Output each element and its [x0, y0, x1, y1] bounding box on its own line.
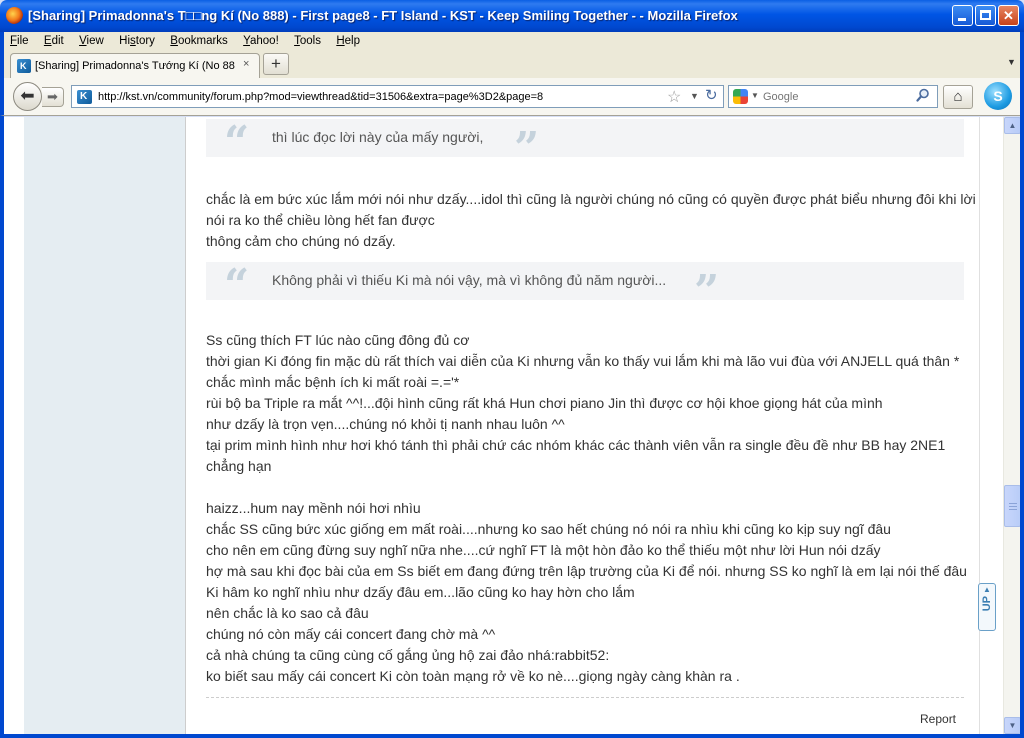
navigation-bar: ⬅ ➡ K ☆ ▼ ↻ ▼ ⌂ S — [0, 78, 1024, 116]
search-icon[interactable] — [916, 88, 930, 102]
text-line: thời gian Ki đóng fin mặc dù rất thích v… — [206, 353, 960, 369]
menu-help[interactable]: Help — [330, 32, 366, 50]
text-line: chúng nó còn mấy cái concert đang chờ mà… — [206, 626, 496, 642]
text-line: Ki hâm ko nghĩ nhìu như dzấy đâu em...lã… — [206, 584, 635, 600]
bookmark-star-icon[interactable]: ☆ — [667, 87, 681, 107]
home-icon: ⌂ — [953, 88, 963, 105]
text-line: Ss cũng thích FT lúc nào cũng đông đủ cơ — [206, 332, 470, 348]
home-button[interactable]: ⌂ — [943, 85, 973, 109]
minimize-button[interactable] — [952, 5, 973, 26]
vertical-scrollbar[interactable]: ▲ ▼ — [1003, 117, 1021, 734]
back-button[interactable]: ⬅ — [13, 82, 42, 111]
minimize-icon — [958, 18, 966, 21]
skype-icon: S — [993, 88, 1003, 104]
url-history-dropdown-icon[interactable]: ▼ — [690, 91, 699, 101]
menu-bookmarks[interactable]: Bookmarks — [164, 32, 234, 50]
text-line: chắc mình mắc bệnh ích ki mất roài =.='* — [206, 374, 460, 390]
kst-favicon-icon: K — [17, 59, 31, 73]
page-margin — [4, 117, 24, 734]
post-content: “ thì lúc đọc lời này của mấy người, ” c… — [186, 117, 984, 734]
text-line: cho nên em cũng đừng suy nghĩ nữa nhe...… — [206, 542, 881, 558]
report-link[interactable]: Report — [920, 712, 956, 726]
open-quote-icon: “ — [224, 260, 250, 311]
text-line: rùi bộ ba Triple ra mắt ^^!...đội hình c… — [206, 395, 883, 411]
menu-edit[interactable]: Edit — [38, 32, 70, 50]
quote-text: Không phải vì thiếu Ki mà nói vậy, mà vì… — [272, 272, 667, 288]
reload-icon[interactable]: ↻ — [705, 86, 718, 104]
post-paragraph: Ss cũng thích FT lúc nào cũng đông đủ cơ… — [206, 330, 959, 477]
menu-tools[interactable]: Tools — [288, 32, 327, 50]
maximize-button[interactable] — [975, 5, 996, 26]
site-identity-icon[interactable]: K — [77, 90, 92, 104]
tab-strip: K [Sharing] Primadonna's Tướng Kí (No 88… — [0, 50, 1024, 78]
google-engine-icon[interactable] — [733, 89, 748, 104]
window-frame-right — [1020, 32, 1024, 738]
firefox-icon[interactable] — [6, 7, 23, 24]
window-frame-left — [0, 116, 4, 738]
text-line: chắc SS cũng bức xúc giống em mất roài..… — [206, 521, 891, 537]
close-quote-icon: ” — [514, 123, 540, 174]
search-input[interactable] — [763, 89, 913, 105]
post-author-column — [24, 117, 186, 734]
menu-file[interactable]: File — [4, 32, 35, 50]
tab-kst-forum[interactable]: K [Sharing] Primadonna's Tướng Kí (No 88… — [10, 53, 260, 78]
scroll-to-top-button[interactable]: ▲ UP — [978, 583, 996, 631]
text-line: chẳng hạn — [206, 458, 272, 474]
text-line: nên chắc là ko sao cả đâu — [206, 605, 369, 621]
post-paragraph: haizz...hum nay mềnh nói hơi nhìu chắc S… — [206, 498, 967, 687]
window-frame-bottom — [0, 734, 1024, 738]
search-bar[interactable]: ▼ — [728, 85, 938, 108]
tab-close-icon[interactable]: × — [243, 58, 249, 70]
menu-bar: File Edit View History Bookmarks Yahoo! … — [0, 32, 1024, 50]
url-input[interactable] — [98, 89, 653, 105]
menu-history[interactable]: History — [113, 32, 161, 50]
close-button[interactable]: ✕ — [998, 5, 1019, 26]
search-engine-dropdown-icon[interactable]: ▼ — [751, 91, 759, 100]
text-line: chắc là em bức xúc lắm mới nói như dzấy.… — [206, 191, 976, 207]
scroll-up-button[interactable]: ▲ — [1004, 117, 1021, 134]
post-paragraph: chắc là em bức xúc lắm mới nói như dzấy.… — [206, 189, 976, 252]
text-line: hợ mà sau khi đọc bài của em Ss biết em … — [206, 563, 967, 579]
address-bar[interactable]: K ☆ ▼ ↻ — [71, 85, 724, 108]
quote-block: “ thì lúc đọc lời này của mấy người, ” — [206, 119, 964, 171]
window-title: [Sharing] Primadonna's T□□ng Kí (No 888)… — [28, 8, 738, 23]
post-divider — [206, 697, 964, 698]
forward-arrow-icon: ➡ — [47, 89, 58, 104]
maximize-icon — [980, 10, 991, 20]
text-line: haizz...hum nay mềnh nói hơi nhìu — [206, 500, 421, 516]
close-icon: ✕ — [1003, 8, 1014, 23]
back-arrow-icon: ⬅ — [20, 86, 35, 105]
open-quote-icon: “ — [224, 117, 250, 168]
menu-view[interactable]: View — [73, 32, 110, 50]
skype-button[interactable]: S — [984, 82, 1012, 110]
title-bar: [Sharing] Primadonna's T□□ng Kí (No 888)… — [0, 0, 1024, 32]
content-border — [979, 117, 980, 734]
text-line: cả nhà chúng ta cũng cùng cố gắng ủng hộ… — [206, 647, 610, 663]
scroll-to-top-label: UP — [981, 596, 993, 612]
scroll-down-button[interactable]: ▼ — [1004, 717, 1021, 734]
menu-yahoo[interactable]: Yahoo! — [237, 32, 285, 50]
close-quote-icon: ” — [694, 266, 720, 317]
quote-text: thì lúc đọc lời này của mấy người, — [272, 129, 484, 145]
text-line: tại prim mình hình như hơi khó tánh thì … — [206, 437, 946, 453]
new-tab-button[interactable]: + — [263, 53, 289, 75]
text-line: như dzấy là trọn vẹn....chúng nó khỏi tị… — [206, 416, 565, 432]
text-line: thông cảm cho chúng nó dzấy. — [206, 233, 396, 249]
text-line: nói ra ko thể chiều lòng hết fan được — [206, 212, 435, 228]
tab-label: [Sharing] Primadonna's Tướng Kí (No 888)… — [35, 60, 235, 72]
page-viewport: “ thì lúc đọc lời này của mấy người, ” c… — [4, 117, 1003, 734]
tab-list-chevron-icon[interactable]: ▼ — [1007, 57, 1016, 67]
quote-block: “ Không phải vì thiếu Ki mà nói vậy, mà … — [206, 262, 964, 314]
forward-button[interactable]: ➡ — [42, 87, 64, 107]
chevron-up-icon: ▲ — [983, 585, 991, 594]
text-line: ko biết sau mấy cái concert Ki còn toàn … — [206, 668, 740, 684]
scrollbar-thumb[interactable] — [1004, 485, 1021, 527]
